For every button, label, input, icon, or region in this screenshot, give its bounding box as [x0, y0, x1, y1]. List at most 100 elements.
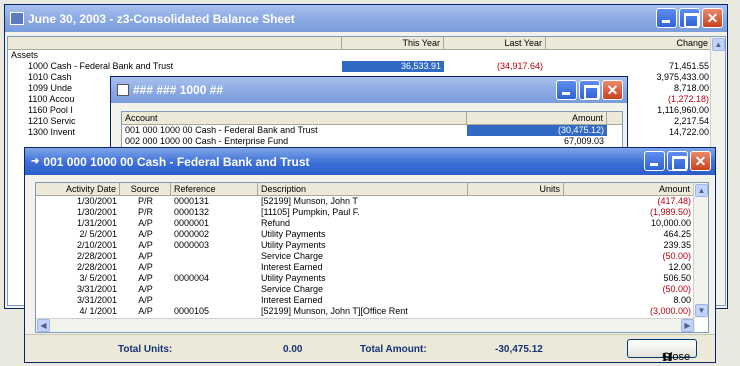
cell-amount: (417.48)	[657, 196, 691, 206]
cell-ref: 0000003	[174, 240, 210, 250]
detail-footer: Total Units: 0.00 Total Amount: -30,475.…	[25, 334, 715, 362]
cell-ref	[171, 251, 258, 262]
cell-source: A/P	[138, 251, 153, 261]
cell-amount: 8.00	[673, 295, 691, 305]
cell-units	[468, 240, 564, 251]
close-icon[interactable]: ✕	[702, 8, 723, 28]
col-change[interactable]: Change	[546, 37, 712, 49]
activity-row[interactable]: 2/28/2001 A/P Service Charge (50.00)	[36, 251, 708, 262]
cell-source: A/P	[138, 218, 153, 228]
activity-vscrollbar[interactable]: ▲ ▼	[693, 183, 708, 318]
cell-source: A/P	[138, 306, 153, 316]
cell-units	[468, 306, 564, 317]
cell-date: 3/31/2001	[76, 295, 117, 305]
scroll-left-icon[interactable]: ◀	[37, 319, 50, 332]
app-icon	[10, 12, 24, 25]
account-row[interactable]: 001 000 1000 00 Cash - Federal Bank and …	[122, 125, 622, 136]
cell-desc: Utility Payments	[261, 240, 326, 250]
activity-hscrollbar[interactable]: ◀ ▶	[36, 318, 695, 332]
minimize-icon[interactable]	[644, 151, 665, 171]
cell-amount: (50.00)	[662, 251, 691, 261]
cell-date: 1/30/2001	[76, 207, 117, 217]
cell-units	[468, 218, 564, 229]
activity-row[interactable]: 2/10/2001 A/P 0000003 Utility Payments 239.3…	[36, 240, 708, 251]
activity-row[interactable]: 1/31/2001 A/P 0000001 Refund 10,000.00	[36, 218, 708, 229]
cell-units	[468, 273, 564, 284]
activity-row[interactable]: 1/30/2001 P/R 0000132 [11105] Pumpkin, Paul…	[36, 207, 708, 218]
col-source[interactable]: Source	[120, 183, 171, 195]
cell-date: 3/31/2001	[76, 284, 117, 294]
cell-units	[468, 229, 564, 240]
col-amount[interactable]: Amount	[564, 183, 694, 195]
cell-date: 1/30/2001	[76, 196, 117, 206]
cell-units	[468, 284, 564, 295]
minimize-icon[interactable]	[556, 80, 577, 100]
cell-desc: Interest Earned	[261, 295, 323, 305]
balance-sheet-titlebar[interactable]: June 30, 2003 - z3-Consolidated Balance …	[5, 5, 727, 32]
activity-row[interactable]: 2/ 5/2001 A/P 0000002 Utility Payments 464.2…	[36, 229, 708, 240]
cell-units	[468, 207, 564, 218]
window-icon	[117, 84, 129, 96]
col-account[interactable]: Account	[122, 112, 467, 124]
cell-source: A/P	[138, 229, 153, 239]
cell-desc: Service Charge	[261, 251, 324, 261]
cell-date: 2/28/2001	[76, 262, 117, 272]
col-units[interactable]: Units	[468, 183, 564, 195]
scroll-up-icon[interactable]: ▲	[695, 184, 708, 197]
cell-ref: 0000131	[174, 196, 210, 206]
section-assets: Assets	[11, 50, 39, 60]
cell-source: P/R	[137, 207, 153, 217]
cell-source: A/P	[138, 284, 153, 294]
maximize-icon[interactable]	[667, 151, 688, 171]
col-last-year[interactable]: Last Year	[444, 37, 546, 49]
cell-date: 3/ 5/2001	[79, 273, 117, 283]
cell-amount: (1,989.50)	[649, 207, 691, 217]
cell-source: A/P	[138, 262, 153, 272]
col-description[interactable]: Description	[258, 183, 468, 195]
cell-units	[468, 262, 564, 273]
col-this-year[interactable]: This Year	[342, 37, 444, 49]
close-icon[interactable]: ✕	[690, 151, 711, 171]
cell-date: 2/ 5/2001	[79, 229, 117, 239]
activity-row[interactable]: 1/30/2001 P/R 0000131 [52199] Munson, John …	[36, 196, 708, 207]
accounts-titlebar[interactable]: ### ### 1000 ## ✕	[111, 77, 627, 103]
cell-desc: [52199] Munson, John T][Office Rent	[261, 306, 408, 316]
cell-source: A/P	[138, 273, 153, 283]
col-reference[interactable]: Reference	[171, 183, 258, 195]
cell-desc: [52199] Munson, John T	[261, 196, 358, 206]
cell-source: A/P	[138, 240, 153, 250]
activity-row[interactable]: 2/28/2001 A/P Interest Earned 12.00	[36, 262, 708, 273]
maximize-icon[interactable]	[679, 8, 700, 28]
cell-ref	[171, 262, 258, 273]
activity-row[interactable]: 3/31/2001 A/P Interest Earned 8.00	[36, 295, 708, 306]
cell-date: 2/10/2001	[76, 240, 117, 250]
detail-title: 001 000 1000 00 Cash - Federal Bank and …	[43, 154, 310, 169]
cell-source: A/P	[138, 295, 153, 305]
close-button[interactable]: H Close	[627, 339, 697, 362]
cell-amount: 12.00	[668, 262, 691, 272]
balance-row[interactable]: 1000 Cash - Federal Bank and Trust 36,53…	[8, 61, 725, 72]
scroll-right-icon[interactable]: ▶	[681, 319, 694, 332]
cell-ref: 0000004	[174, 273, 210, 283]
cell-units	[468, 251, 564, 262]
accounts-title: ### ### 1000 ##	[133, 83, 224, 97]
activity-row[interactable]: 4/ 1/2001 A/P 0000105 [52199] Munson, John …	[36, 306, 708, 317]
close-button-label: Close	[662, 351, 691, 363]
col-activity-date[interactable]: Activity Date	[36, 183, 120, 195]
detail-titlebar[interactable]: ➜ 001 000 1000 00 Cash - Federal Bank an…	[25, 148, 715, 175]
minimize-icon[interactable]	[656, 8, 677, 28]
account-row[interactable]: 002 000 1000 00 Cash - Enterprise Fund 6…	[122, 136, 622, 147]
cell-amount: (50.00)	[662, 284, 691, 294]
col-amount[interactable]: Amount	[467, 112, 607, 124]
activity-grid[interactable]: Activity Date Source Reference Descripti…	[35, 182, 709, 333]
close-icon[interactable]: ✕	[602, 80, 623, 100]
activity-row[interactable]: 3/31/2001 A/P Service Charge (50.00)	[36, 284, 708, 295]
cell-amount: (3,000.00)	[649, 306, 691, 316]
total-amount-value: -30,475.12	[495, 344, 543, 355]
cell-date: 1/31/2001	[76, 218, 117, 228]
scroll-down-icon[interactable]: ▼	[695, 304, 708, 317]
maximize-icon[interactable]	[579, 80, 600, 100]
activity-rows: 1/30/2001 P/R 0000131 [52199] Munson, John …	[36, 196, 708, 317]
scroll-up-icon[interactable]: ▲	[712, 38, 725, 51]
activity-row[interactable]: 3/ 5/2001 A/P 0000004 Utility Payments 506.5…	[36, 273, 708, 284]
